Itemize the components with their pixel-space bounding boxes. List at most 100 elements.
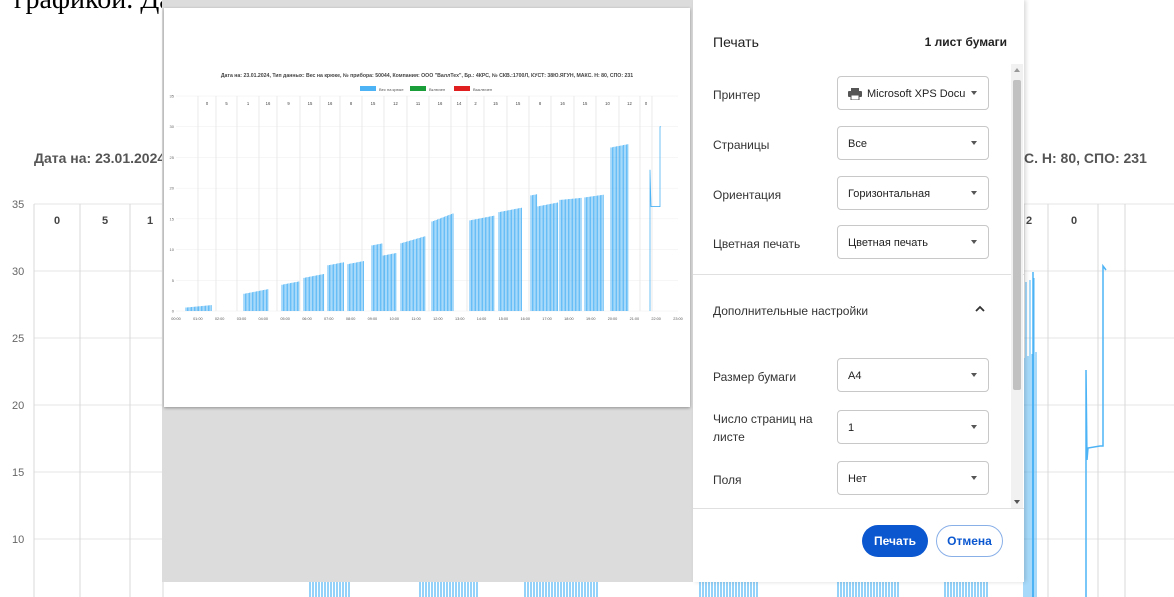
- advanced-settings-toggle[interactable]: Дополнительные настройки: [713, 302, 995, 322]
- preview-x-tick-label: 15:00: [499, 317, 509, 321]
- settings-scrollbar[interactable]: [1011, 64, 1023, 508]
- preview-legend-label: Выключен: [473, 87, 492, 92]
- orientation-select[interactable]: Горизонтальная: [837, 176, 989, 210]
- pages-per-sheet-select[interactable]: 1: [837, 410, 989, 444]
- bg-segment-label: 1: [147, 215, 153, 227]
- chevron-down-icon: [971, 476, 977, 480]
- preview-x-tick-label: 04:00: [259, 317, 269, 321]
- preview-y-tick-label: 30: [170, 124, 175, 129]
- margins-value: Нет: [848, 473, 867, 485]
- pages-per-sheet-row: Число страниц на листе 1: [713, 410, 993, 444]
- color-row: Цветная печать Цветная печать: [713, 225, 993, 259]
- preview-segment-label: 15: [516, 101, 521, 106]
- preview-x-tick-label: 13:00: [455, 317, 465, 321]
- color-value: Цветная печать: [848, 237, 928, 249]
- footer-divider: [693, 508, 1024, 509]
- preview-legend-swatch: [410, 86, 426, 91]
- pages-select[interactable]: Все: [837, 126, 989, 160]
- preview-segment-label: 16: [266, 101, 271, 106]
- preview-legend-label: Вес на крюке: [379, 87, 404, 92]
- preview-segment-label: 12: [627, 101, 632, 106]
- pages-per-sheet-label: Число страниц на листе: [713, 412, 813, 444]
- preview-segment-label: 15: [308, 101, 313, 106]
- chevron-down-icon: [971, 240, 977, 244]
- preview-y-tick-label: 0: [172, 309, 175, 314]
- bg-y-tick-label: 35: [12, 199, 24, 211]
- paper-size-select[interactable]: A4: [837, 358, 989, 392]
- print-dialog-header: Печать 1 лист бумаги: [713, 34, 1007, 50]
- preview-segment-label: 8: [350, 101, 353, 106]
- color-label: Цветная печать: [713, 237, 801, 251]
- preview-segment-label: 2: [474, 101, 477, 106]
- preview-x-tick-label: 11:00: [411, 317, 420, 321]
- printer-select[interactable]: Microsoft XPS Document Writer: [837, 76, 989, 110]
- preview-legend-label: Включен: [429, 87, 445, 92]
- preview-x-tick-label: 22:00: [651, 317, 661, 321]
- preview-segment-label: 14: [457, 101, 462, 106]
- printer-value: Microsoft XPS Document Writer: [867, 88, 965, 100]
- pages-per-sheet-value: 1: [848, 422, 855, 434]
- bg-y-tick-label: 15: [12, 467, 24, 479]
- pages-row: Страницы Все: [713, 126, 993, 160]
- color-select[interactable]: Цветная печать: [837, 225, 989, 259]
- scroll-up-icon[interactable]: [1014, 68, 1020, 72]
- paper-size-label: Размер бумаги: [713, 370, 797, 384]
- preview-segment-label: 15: [583, 101, 588, 106]
- preview-segment-label: 0: [206, 101, 209, 106]
- preview-segment-label: 5: [225, 101, 228, 106]
- cancel-button[interactable]: Отмена: [936, 525, 1003, 557]
- preview-segment-label: 15: [371, 101, 376, 106]
- background-chart-title-right: С. Н: 80, СПО: 231: [1024, 150, 1147, 166]
- preview-chart-title: Дата на: 23.01.2024, Тип данных: Вес на …: [221, 72, 633, 79]
- preview-segment-label: 16: [438, 101, 443, 106]
- bg-series-line: [1085, 263, 1107, 597]
- paper-size-row: Размер бумаги A4: [713, 358, 993, 392]
- preview-x-tick-label: 05:00: [280, 317, 290, 321]
- preview-x-tick-label: 03:00: [237, 317, 247, 321]
- chevron-down-icon: [971, 373, 977, 377]
- scroll-down-icon[interactable]: [1014, 500, 1020, 504]
- printer-label: Принтер: [713, 88, 761, 102]
- preview-y-tick-label: 20: [170, 186, 175, 191]
- preview-segment-label: 12: [393, 101, 398, 106]
- advanced-settings-label: Дополнительные настройки: [713, 304, 869, 318]
- paper-size-value: A4: [848, 370, 862, 382]
- preview-x-tick-label: 09:00: [368, 317, 378, 321]
- preview-x-tick-label: 10:00: [390, 317, 400, 321]
- margins-select[interactable]: Нет: [837, 461, 989, 495]
- preview-legend-swatch: [454, 86, 470, 91]
- bg-segment-label: 0: [54, 215, 60, 227]
- orientation-label: Ориентация: [713, 188, 782, 202]
- print-dialog: Печать 1 лист бумаги Принтер Microsoft X…: [693, 0, 1024, 582]
- sheet-count: 1 лист бумаги: [924, 35, 1007, 49]
- preview-y-tick-label: 35: [170, 94, 175, 99]
- preview-x-tick-label: 00:00: [171, 317, 181, 321]
- bg-segment-label: 2: [1026, 215, 1032, 227]
- preview-chart-svg: Дата на: 23.01.2024, Тип данных: Вес на …: [170, 72, 683, 321]
- bg-y-tick-label: 20: [12, 400, 24, 412]
- margins-label: Поля: [713, 473, 742, 487]
- orientation-value: Горизонтальная: [848, 188, 931, 200]
- bg-y-tick-label: 30: [12, 266, 24, 278]
- preview-segment-label: 10: [605, 101, 610, 106]
- preview-x-tick-label: 07:00: [324, 317, 334, 321]
- preview-y-tick-label: 25: [170, 155, 175, 160]
- scroll-thumb[interactable]: [1013, 80, 1021, 390]
- printer-row: Принтер Microsoft XPS Document Writer: [713, 76, 993, 110]
- print-button[interactable]: Печать: [862, 525, 928, 557]
- preview-y-tick-label: 10: [170, 247, 175, 252]
- preview-segment-label: 16: [328, 101, 333, 106]
- print-settings-scroll-area: Принтер Microsoft XPS Document Writer Ст…: [693, 64, 1024, 508]
- preview-x-tick-label: 18:00: [564, 317, 574, 321]
- preview-x-tick-label: 21:00: [630, 317, 640, 321]
- preview-x-tick-label: 06:00: [302, 317, 312, 321]
- preview-x-tick-label: 01:00: [193, 317, 203, 321]
- pages-label: Страницы: [713, 138, 770, 152]
- preview-segment-label: 8: [539, 101, 542, 106]
- print-dialog-title: Печать: [713, 34, 759, 50]
- preview-segment-label: 15: [493, 101, 498, 106]
- preview-x-tick-label: 08:00: [346, 317, 356, 321]
- chevron-down-icon: [971, 425, 977, 429]
- preview-x-tick-label: 02:00: [215, 317, 225, 321]
- preview-segment-label: 0: [645, 101, 648, 106]
